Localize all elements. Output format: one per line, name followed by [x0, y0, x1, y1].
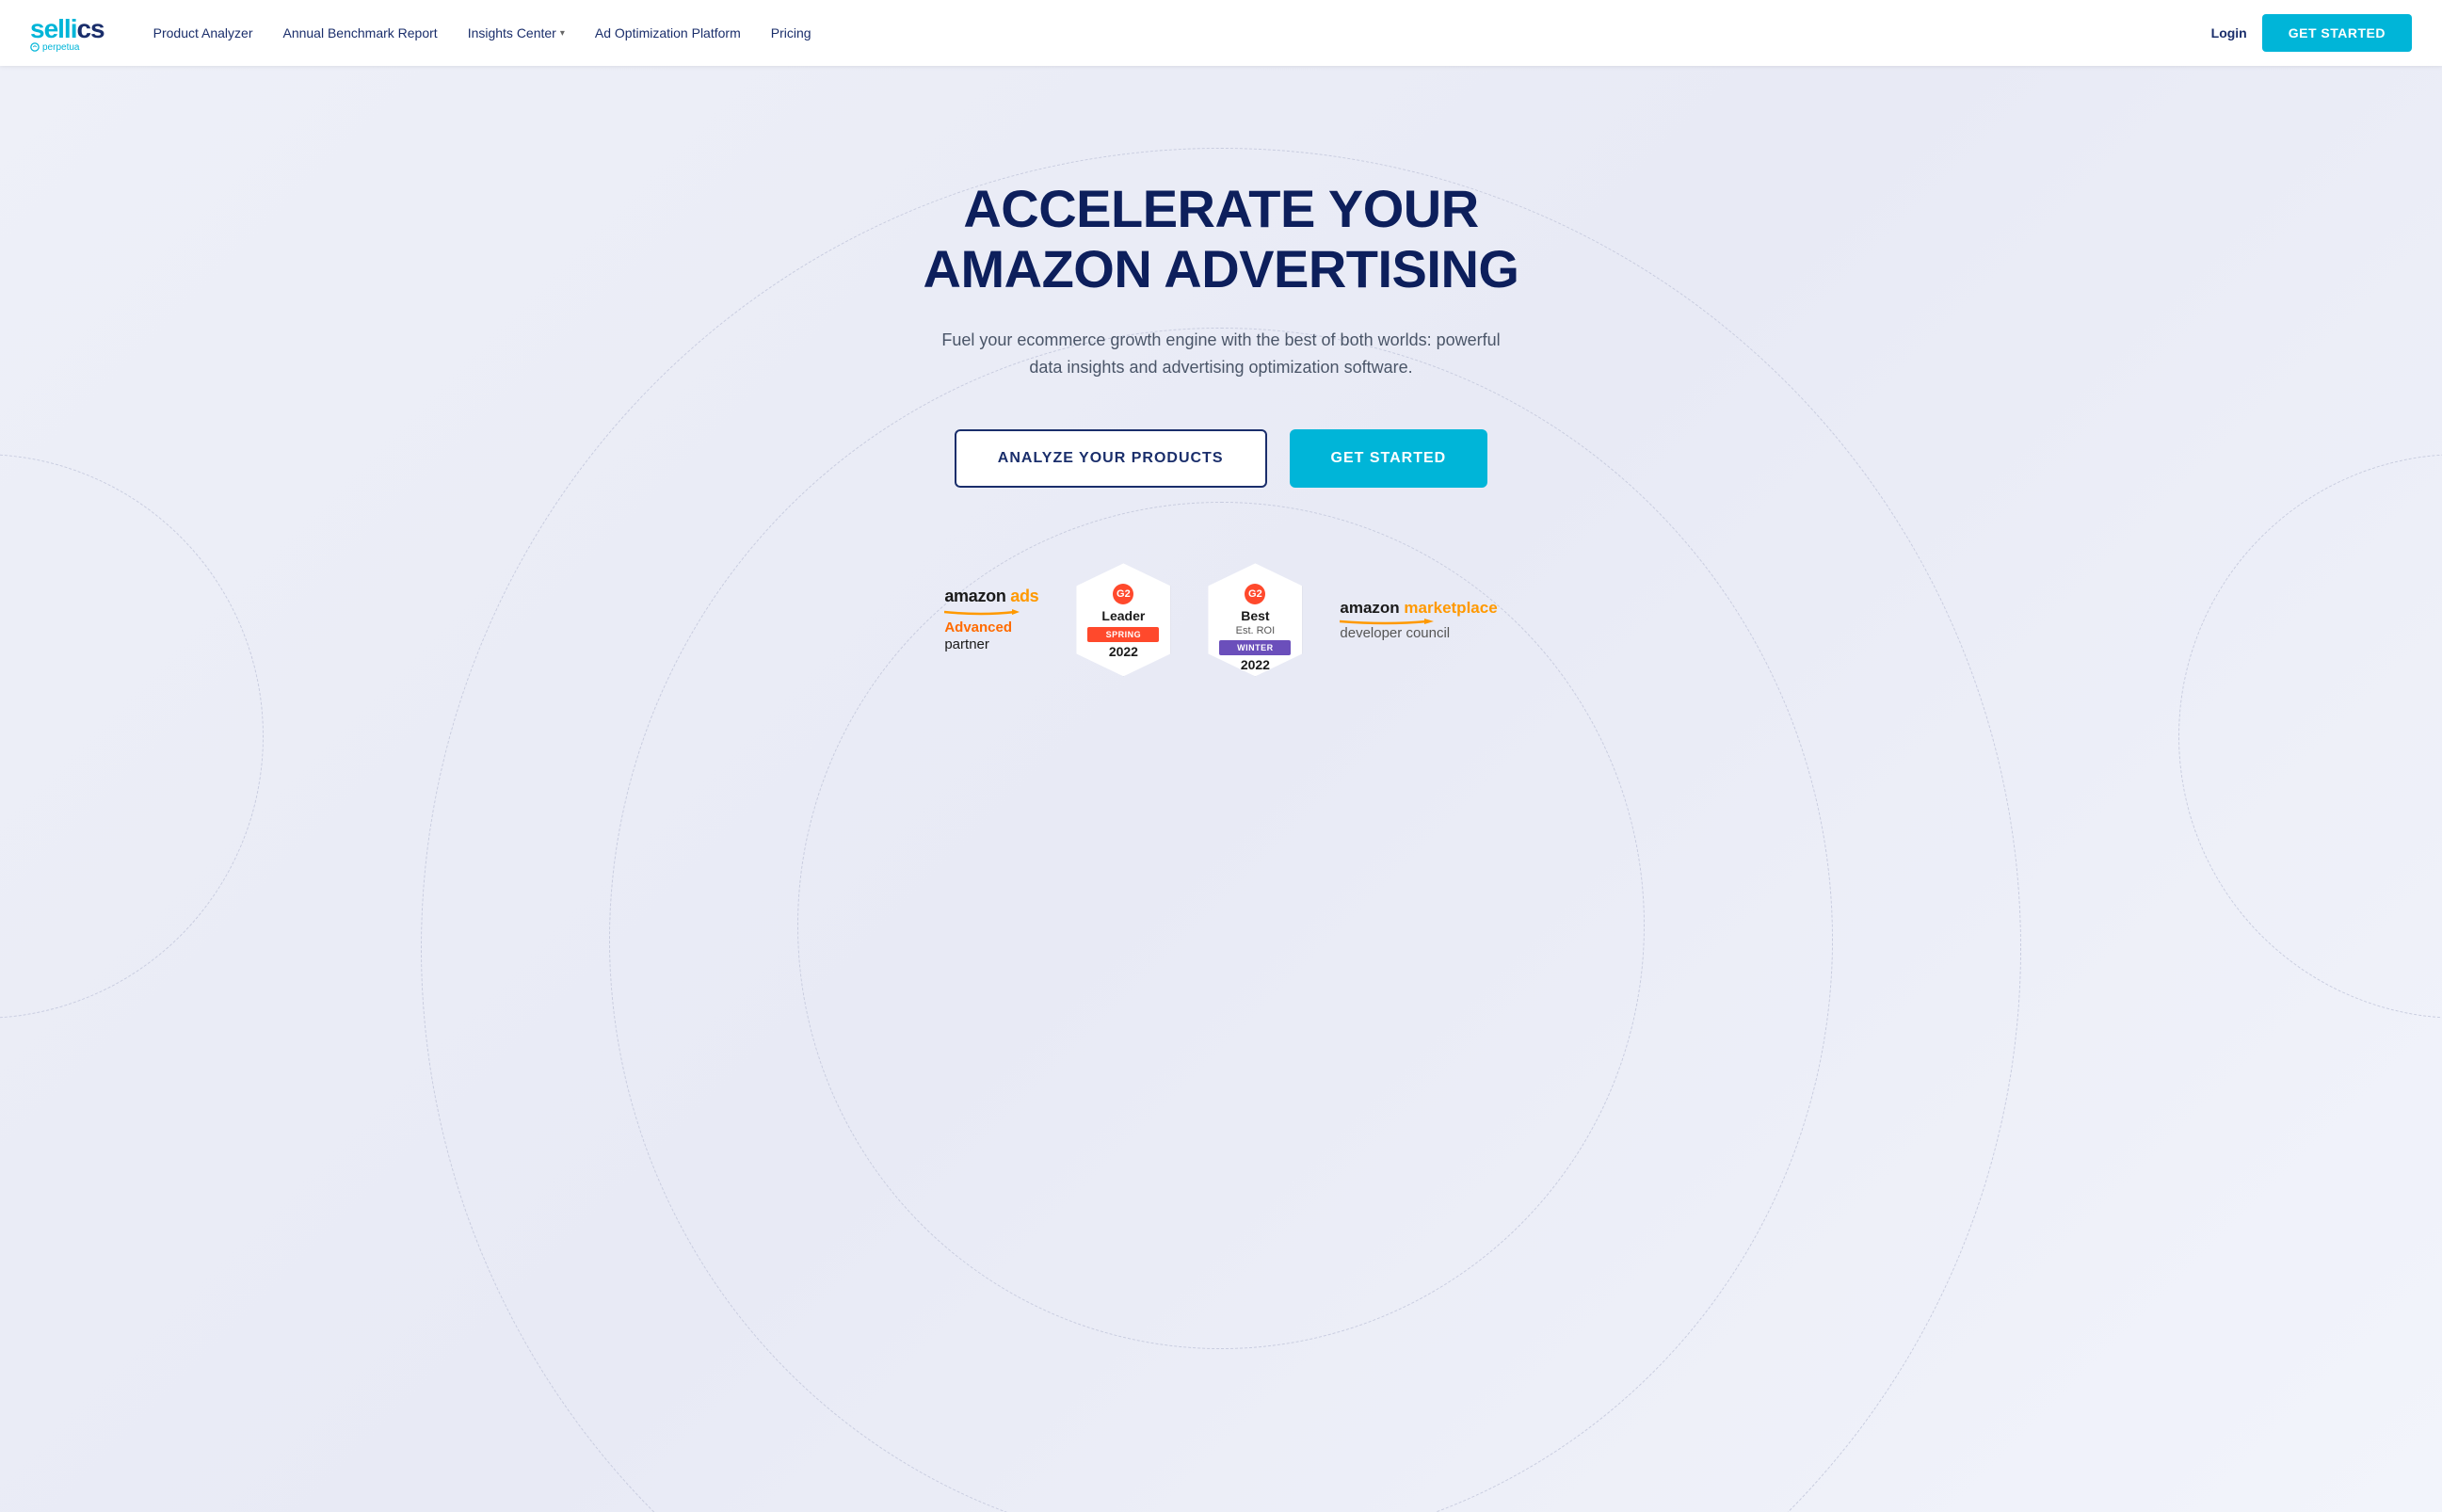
logo-text: sellics [30, 14, 104, 44]
logo-perpetua: perpetua [30, 42, 104, 53]
amazon-arrow-icon [944, 608, 1020, 616]
hero-title: ACCELERATE YOUR AMAZON ADVERTISING [924, 179, 1519, 300]
g2-roi-sublabel: Est. ROI [1236, 625, 1276, 636]
nav-pricing[interactable]: Pricing [760, 18, 823, 48]
g2-leader-label: Leader [1101, 608, 1145, 623]
amazon-marketplace-arrow-icon [1340, 618, 1434, 625]
g2-roi-logo: G2 [1245, 584, 1265, 604]
g2-leader-season: SPRING [1087, 627, 1159, 642]
g2-badge-content: G2 Leader SPRING 2022 [1076, 572, 1170, 659]
nav-get-started-button[interactable]: GET STARTED [2262, 14, 2412, 52]
g2-roi-inner: G2 Best Est. ROI WINTER 2022 [1208, 563, 1302, 676]
amazon-marketplace-text: amazon marketplace [1340, 599, 1497, 618]
nav-annual-benchmark[interactable]: Annual Benchmark Report [271, 18, 448, 48]
g2-logo: G2 [1113, 584, 1133, 604]
g2-roi-year: 2022 [1241, 657, 1270, 672]
amazon-marketplace-badge: amazon marketplace developer council [1340, 599, 1497, 641]
hero-subtitle: Fuel your ecommerce growth engine with t… [939, 327, 1503, 381]
g2-roi-badge: G2 Best Est. ROI WINTER 2022 [1208, 563, 1302, 676]
amazon-ads-text: amazon ads [944, 587, 1038, 606]
nav-ad-optimization[interactable]: Ad Optimization Platform [584, 18, 752, 48]
g2-roi-label: Best [1241, 608, 1269, 623]
amazon-marketplace-council: developer council [1340, 625, 1450, 641]
chevron-down-icon: ▾ [560, 28, 565, 39]
g2-leader-inner: G2 Leader SPRING 2022 [1076, 563, 1170, 676]
logo[interactable]: sellics perpetua [30, 14, 104, 53]
nav-product-analyzer[interactable]: Product Analyzer [142, 18, 265, 48]
get-started-button[interactable]: GET STARTED [1290, 429, 1488, 488]
nav-right: Login GET STARTED [2211, 14, 2412, 52]
nav-links: Product Analyzer Annual Benchmark Report… [142, 18, 2211, 48]
amazon-ads-badge: amazon ads Advanced partner [944, 587, 1038, 653]
amazon-ads-tier: Advanced partner [944, 619, 1012, 653]
login-link[interactable]: Login [2211, 25, 2247, 40]
analyze-products-button[interactable]: ANALYZE YOUR PRODUCTS [955, 429, 1267, 488]
g2-leader-year: 2022 [1109, 644, 1138, 659]
g2-roi-season: WINTER [1219, 640, 1291, 655]
g2-roi-content: G2 Best Est. ROI WINTER 2022 [1208, 572, 1302, 672]
navigation: sellics perpetua Product Analyzer Annual… [0, 0, 2442, 66]
hero-buttons: ANALYZE YOUR PRODUCTS GET STARTED [955, 429, 1487, 488]
main-content: ACCELERATE YOUR AMAZON ADVERTISING Fuel … [0, 66, 2442, 751]
perpetua-icon [30, 42, 40, 52]
badges-row: amazon ads Advanced partner G2 Leader SP… [944, 563, 1497, 676]
nav-insights-center[interactable]: Insights Center ▾ [457, 18, 576, 48]
g2-leader-badge: G2 Leader SPRING 2022 [1076, 563, 1170, 676]
